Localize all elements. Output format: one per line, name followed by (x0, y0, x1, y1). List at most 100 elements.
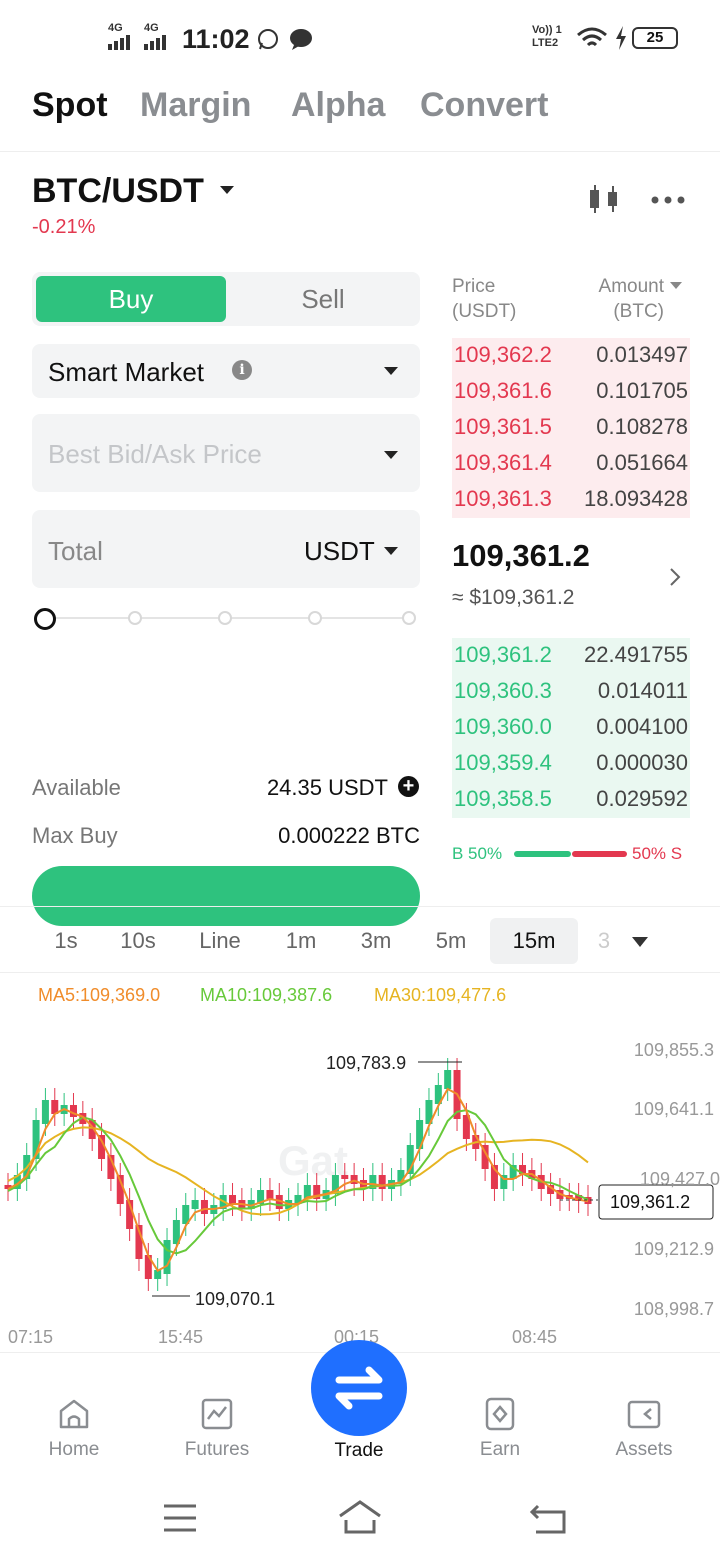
ma10-label: MA10:109,387.6 (200, 985, 333, 1005)
x-tick: 08:45 (512, 1327, 558, 1347)
chevron-down-icon (384, 451, 398, 459)
available-label: Available (32, 775, 121, 800)
y-tick: 109,427.0 (639, 1169, 720, 1189)
ask-row[interactable]: 109,362.2 0.013497 (452, 338, 690, 374)
price-placeholder: Best Bid/Ask Price (48, 439, 262, 469)
chevron-right-icon[interactable] (668, 566, 682, 588)
ask-row[interactable]: 109,361.5 0.108278 (452, 410, 690, 446)
amount-slider[interactable] (34, 608, 418, 630)
pair-name: BTC/USDT (32, 172, 204, 210)
candle (266, 1190, 274, 1199)
buy-ratio-bar (514, 851, 571, 857)
bid-row[interactable]: 109,360.3 0.014011 (452, 674, 690, 710)
y-tick: 109,641.1 (633, 1099, 714, 1119)
total-field[interactable]: Total USDT (32, 510, 420, 588)
bid-row[interactable]: 109,358.5 0.029592 (452, 782, 690, 818)
trade-button[interactable] (311, 1340, 407, 1436)
assets-icon (627, 1400, 661, 1429)
timeframe-1m[interactable]: 1m (272, 918, 330, 964)
ask-amount: 0.051664 (596, 450, 688, 475)
bid-price: 109,361.2 (454, 642, 552, 667)
sell-ratio-label: 50% S (632, 844, 683, 863)
candle (41, 1100, 49, 1124)
low-label: 109,070.1 (195, 1289, 275, 1309)
ask-amount: 0.108278 (596, 414, 688, 439)
timeframe-3[interactable]: 3 (586, 918, 622, 964)
nav-earn[interactable]: Earn (440, 1395, 560, 1461)
ask-amount: 0.101705 (596, 378, 688, 403)
order-type-select[interactable]: Smart Market i (32, 344, 420, 398)
chevron-down-icon[interactable] (220, 186, 234, 194)
timeframe-Line[interactable]: Line (188, 918, 252, 964)
ma30-label: MA30:109,477.6 (374, 985, 507, 1005)
y-tick: 108,998.7 (633, 1299, 714, 1319)
nav-home[interactable]: Home (14, 1395, 134, 1461)
signal-icon-2: 4G (144, 22, 172, 50)
nav-futures[interactable]: Futures (157, 1395, 277, 1461)
chevron-down-icon[interactable] (670, 282, 682, 289)
charging-icon (616, 26, 626, 50)
candlestick-chart-icon[interactable] (586, 182, 622, 218)
last-price: 109,361.2 (452, 538, 590, 573)
home-button-icon[interactable] (336, 1498, 384, 1536)
high-label: 109,783.9 (326, 1053, 406, 1073)
buy-ratio-label: B 50% (452, 844, 503, 863)
bid-amount: 0.029592 (596, 786, 688, 811)
ask-row[interactable]: 109,361.6 0.101705 (452, 374, 690, 410)
signal-icon: 4G (108, 22, 136, 50)
pair-selector[interactable]: BTC/USDT (32, 172, 204, 211)
buy-tab[interactable]: Buy (36, 276, 226, 322)
maxbuy-value: 0.000222 BTC (278, 823, 420, 848)
ask-row[interactable]: 109,361.4 0.051664 (452, 446, 690, 482)
message-icon (290, 29, 312, 50)
bid-amount: 22.491755 (584, 642, 688, 667)
whatsapp-icon (258, 29, 278, 50)
candle (229, 1195, 237, 1204)
candle (200, 1200, 208, 1214)
order-type-label: Smart Market (48, 357, 205, 387)
bid-row[interactable]: 109,361.2 22.491755 (452, 638, 690, 674)
tab-margin[interactable]: Margin (140, 86, 251, 125)
back-icon[interactable] (528, 1500, 570, 1536)
info-icon[interactable]: i (232, 360, 252, 380)
futures-icon (201, 1398, 233, 1430)
nav-trade-label[interactable]: Trade (299, 1440, 419, 1462)
price-field[interactable]: Best Bid/Ask Price (32, 414, 420, 492)
tab-spot[interactable]: Spot (32, 86, 108, 125)
timeframe-15m[interactable]: 15m (490, 918, 578, 964)
ask-amount: 18.093428 (584, 486, 688, 511)
current-price-label: 109,361.2 (610, 1192, 690, 1212)
timeframe-3m[interactable]: 3m (346, 918, 406, 964)
bid-row[interactable]: 109,359.4 0.000030 (452, 746, 690, 782)
ask-row[interactable]: 109,361.3 18.093428 (452, 482, 690, 518)
y-tick: 109,855.3 (633, 1040, 714, 1060)
candle (341, 1175, 349, 1179)
total-unit-select[interactable]: USDT (304, 536, 375, 567)
candle (191, 1200, 199, 1209)
ma5-label: MA5:109,369.0 (38, 985, 161, 1005)
nav-assets[interactable]: Assets (584, 1395, 704, 1461)
price-change: -0.21% (32, 216, 96, 238)
sell-tab[interactable]: Sell (228, 276, 418, 322)
menu-icon[interactable] (160, 1502, 200, 1534)
earn-icon (485, 1397, 515, 1431)
add-funds-icon[interactable]: + (398, 776, 419, 797)
amount-header[interactable]: Amount (BTC) (560, 274, 664, 324)
bid-price: 109,360.3 (454, 678, 552, 703)
price-chart[interactable]: Gat 109,783.9 109,070.1 109,361.2 (0, 1025, 720, 1360)
timeframe-1s[interactable]: 1s (40, 918, 92, 964)
divider (0, 906, 720, 907)
timeframe-5m[interactable]: 5m (420, 918, 482, 964)
candle (444, 1070, 452, 1089)
x-tick: 07:15 (8, 1327, 54, 1347)
buy-button[interactable] (32, 866, 420, 926)
more-icon[interactable] (650, 194, 686, 206)
battery-icon: 25 (632, 27, 678, 49)
bid-row[interactable]: 109,360.0 0.004100 (452, 710, 690, 746)
tab-convert[interactable]: Convert (420, 86, 548, 125)
timeframe-dropdown-icon[interactable] (632, 937, 648, 947)
bid-price: 109,360.0 (454, 714, 552, 739)
timeframe-10s[interactable]: 10s (108, 918, 168, 964)
slider-handle[interactable] (34, 608, 56, 630)
tab-alpha[interactable]: Alpha (291, 86, 385, 125)
